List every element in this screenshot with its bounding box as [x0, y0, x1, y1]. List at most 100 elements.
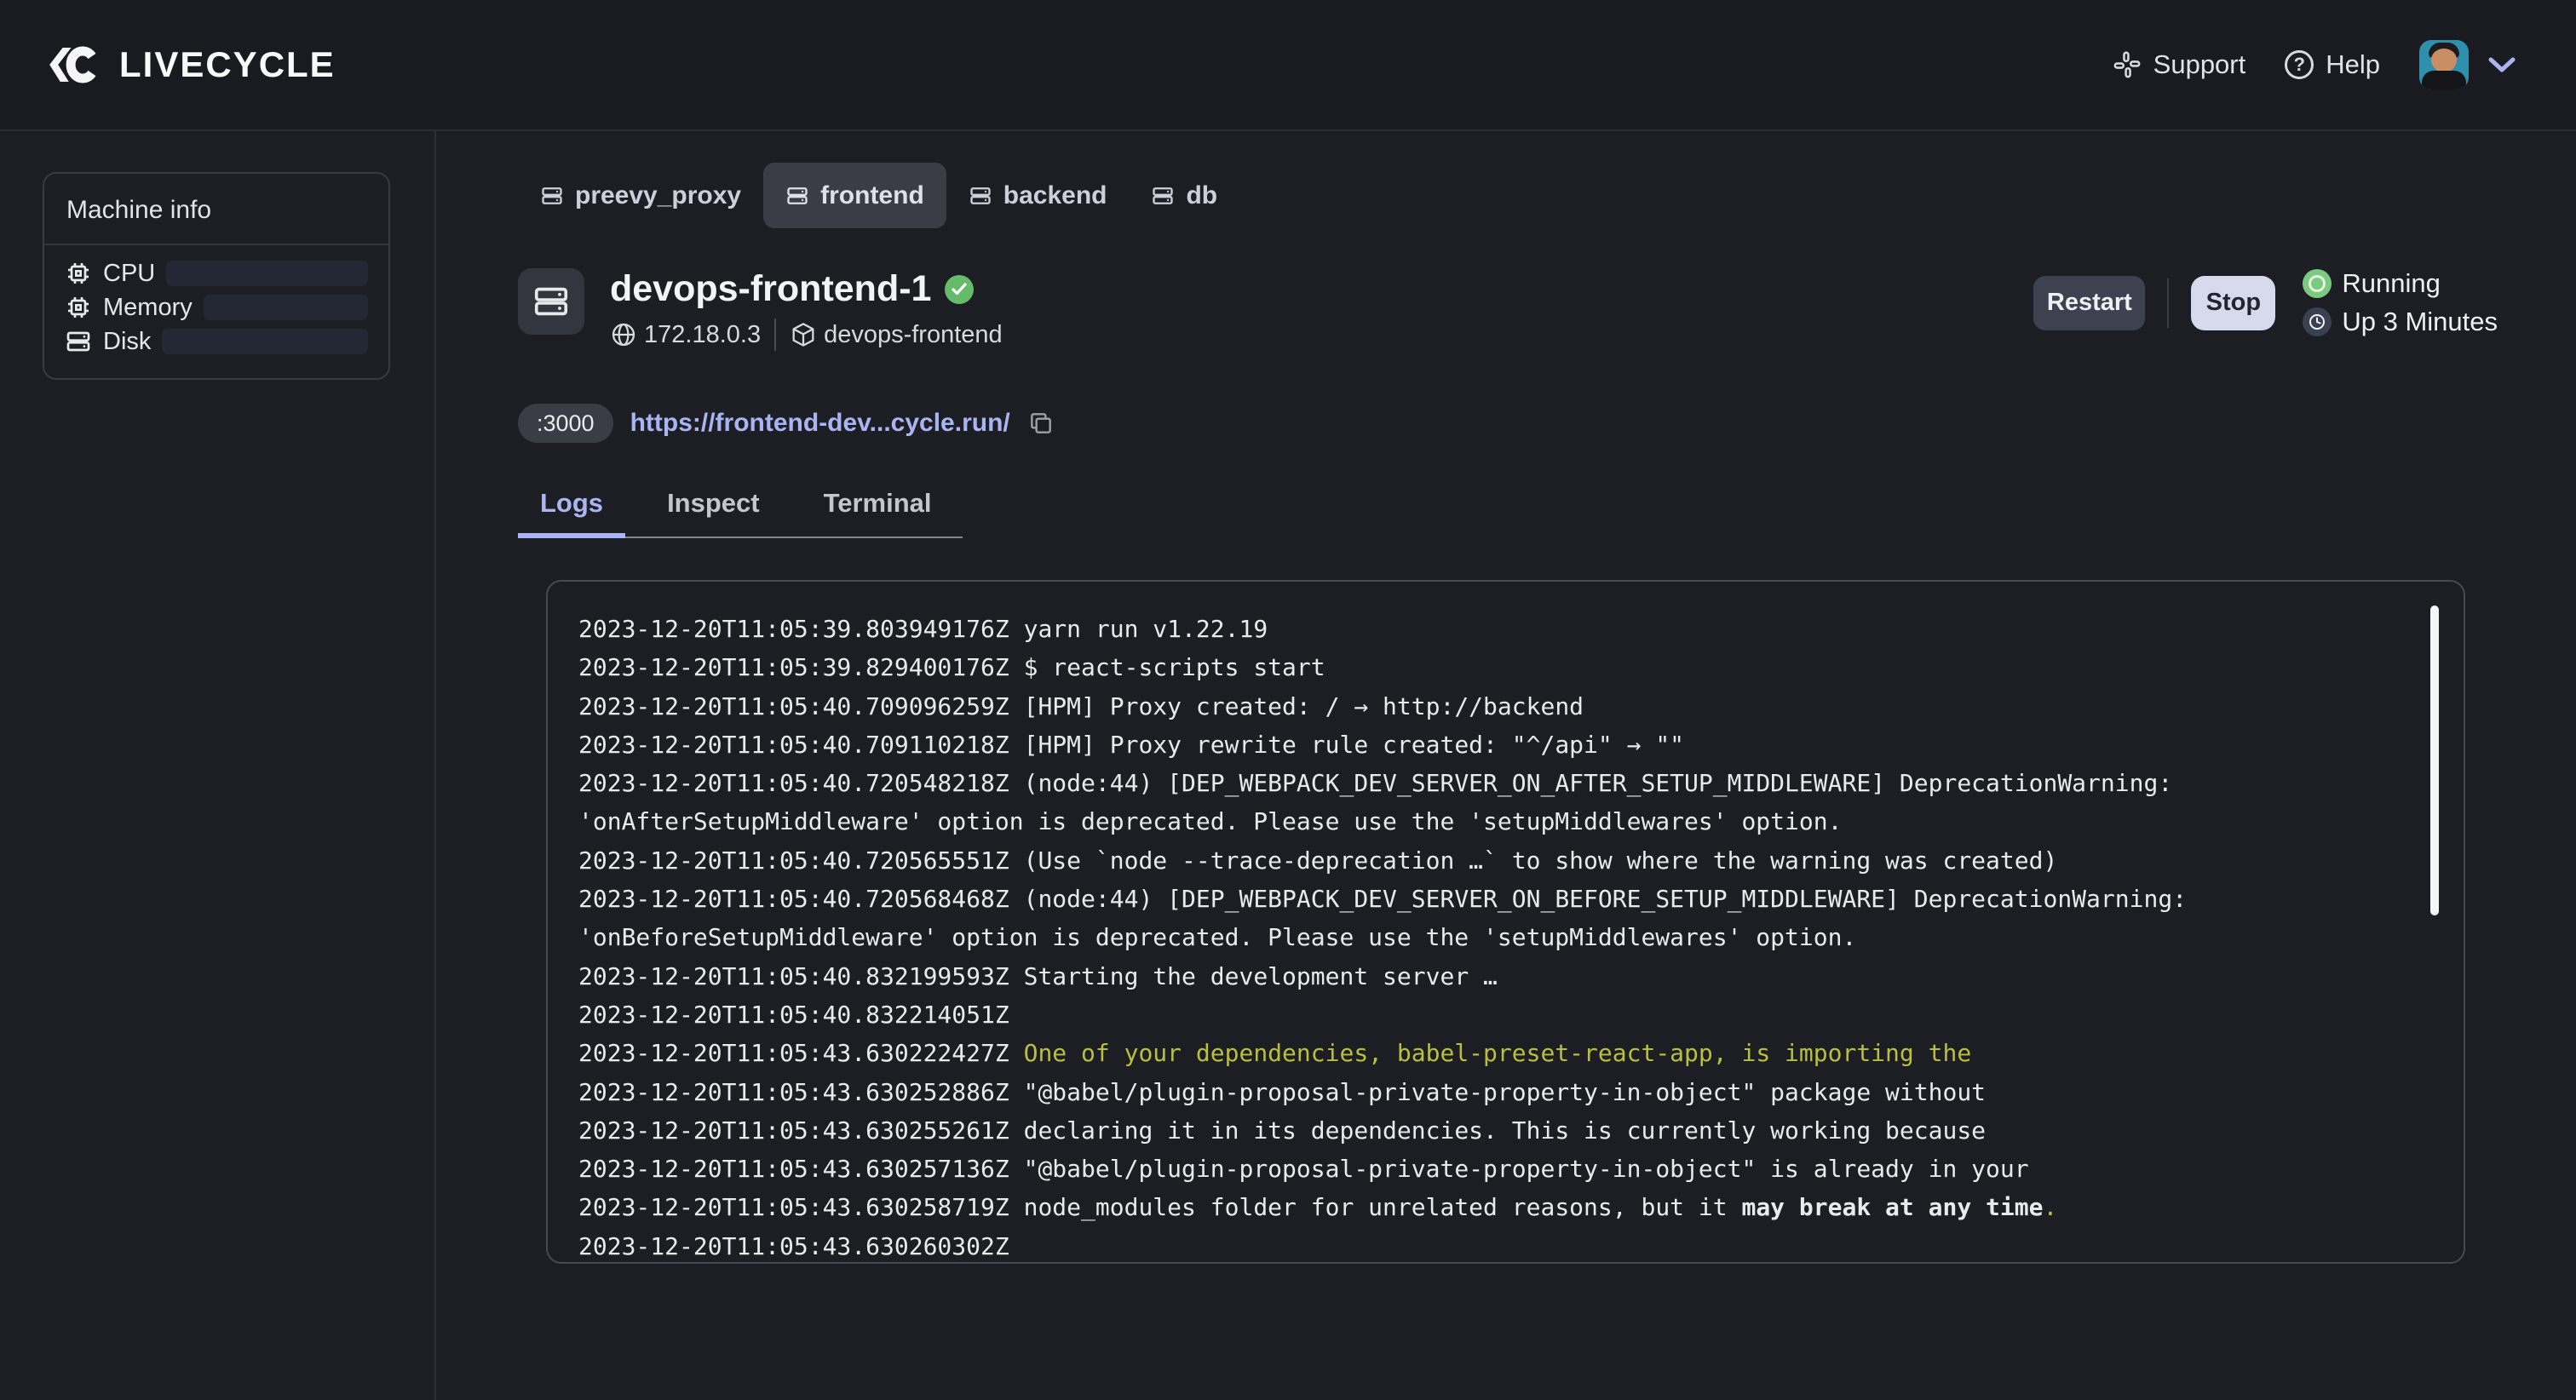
machine-info-label: Disk [103, 328, 151, 356]
log-line: 2023-12-20T11:05:40.832199593Z Starting … [578, 957, 2412, 995]
log-panel: 2023-12-20T11:05:39.803949176Z yarn run … [546, 580, 2465, 1264]
help-button[interactable]: ? Help [2285, 49, 2380, 80]
log-text: declaring it in its dependencies. This i… [1024, 1116, 1986, 1145]
log-timestamp: 2023-12-20T11:05:43.630260302Z [578, 1232, 1009, 1260]
topbar: LIVECYCLE Support ? Help [0, 0, 2576, 131]
log-text: node_modules folder for unrelated reason… [1024, 1193, 1742, 1221]
log-line: 'onBeforeSetupMiddleware' option is depr… [578, 918, 2412, 956]
slack-icon [2113, 50, 2142, 79]
log-text: $ react-scripts start [1024, 653, 1325, 681]
cube-icon [790, 321, 817, 348]
log-text: (Use `node --trace-deprecation …` to sho… [1024, 846, 2058, 875]
status-badge: Running [2342, 268, 2440, 299]
machine-ip: 172.18.0.3 [644, 321, 761, 349]
machine-info-row-memory: Memory [65, 295, 368, 320]
sidebar: Machine info CPU Memory Disk [0, 131, 436, 1400]
server-icon [785, 184, 809, 208]
clock-icon [2303, 307, 2332, 336]
check-badge-icon [945, 275, 974, 304]
copy-icon [1027, 410, 1055, 437]
service-tabs: preevy_proxy frontend backend db [518, 163, 2576, 228]
log-timestamp: 2023-12-20T11:05:43.630257136Z [578, 1155, 1024, 1183]
log-line: 2023-12-20T11:05:40.709110218Z [HPM] Pro… [578, 726, 2412, 764]
usage-bar [162, 329, 368, 354]
log-text: [HPM] Proxy created: / → http://backend [1024, 692, 1584, 720]
log-text: (node:44) [DEP_WEBPACK_DEV_SERVER_ON_BEF… [1024, 885, 2187, 913]
service-tab-label: preevy_proxy [575, 181, 741, 210]
machine-info-row-cpu: CPU [65, 261, 368, 286]
log-line: 2023-12-20T11:05:43.630252886Z "@babel/p… [578, 1073, 2412, 1111]
log-timestamp: 2023-12-20T11:05:40.709096259Z [578, 692, 1024, 720]
view-tabs: Logs Inspect Terminal [518, 488, 963, 538]
service-tab-preevy_proxy[interactable]: preevy_proxy [518, 163, 763, 228]
log-line: 2023-12-20T11:05:40.720548218Z (node:44)… [578, 764, 2412, 802]
restart-button[interactable]: Restart [2033, 276, 2145, 330]
copy-url-button[interactable] [1027, 410, 1055, 437]
machine-header: devops-frontend-1 [518, 268, 2576, 351]
log-timestamp: 2023-12-20T11:05:40.832214051Z [578, 1001, 1009, 1029]
chevron-down-icon[interactable] [2487, 55, 2516, 74]
service-tab-frontend[interactable]: frontend [763, 163, 946, 228]
log-scrollbar[interactable] [2430, 605, 2439, 915]
log-line: 'onAfterSetupMiddleware' option is depre… [578, 802, 2412, 841]
log-warning-text: One of your dependencies, babel-preset-r… [1024, 1039, 1972, 1067]
machine-info-card: Machine info CPU Memory Disk [43, 172, 390, 380]
server-icon [540, 184, 564, 208]
main-content: preevy_proxy frontend backend db devops-fro… [436, 131, 2576, 1400]
log-text: yarn run v1.22.19 [1024, 615, 1268, 643]
chip-icon [65, 260, 92, 287]
log-line: 2023-12-20T11:05:40.832214051Z [578, 995, 2412, 1034]
log-timestamp: 2023-12-20T11:05:40.709110218Z [578, 731, 1024, 759]
machine-info-title: Machine info [44, 196, 388, 244]
avatar[interactable] [2419, 40, 2469, 89]
machine-info-label: CPU [103, 260, 155, 288]
log-timestamp: 2023-12-20T11:05:40.720568468Z [578, 885, 1024, 913]
log-text: may break at any time [1741, 1193, 2043, 1221]
tab-logs[interactable]: Logs [518, 488, 625, 538]
livecycle-logo-icon [48, 43, 104, 87]
server-icon [532, 282, 571, 321]
chip-icon [65, 294, 92, 321]
log-line: 2023-12-20T11:05:40.709096259Z [HPM] Pro… [578, 687, 2412, 726]
log-timestamp: 2023-12-20T11:05:40.720565551Z [578, 846, 1024, 875]
help-label: Help [2326, 49, 2380, 80]
log-text: 'onAfterSetupMiddleware' option is depre… [578, 807, 1842, 835]
service-tab-db[interactable]: db [1129, 163, 1239, 228]
server-icon [65, 328, 92, 355]
brand-name: LIVECYCLE [119, 44, 336, 85]
machine-info-label: Memory [103, 294, 193, 322]
log-line: 2023-12-20T11:05:43.630222427Z One of yo… [578, 1034, 2412, 1072]
log-line: 2023-12-20T11:05:43.630260302Z [578, 1227, 2412, 1264]
tab-inspect[interactable]: Inspect [645, 488, 782, 538]
service-tab-label: frontend [820, 181, 924, 210]
log-line: 2023-12-20T11:05:39.829400176Z $ react-s… [578, 648, 2412, 686]
help-icon: ? [2285, 50, 2314, 79]
service-tab-label: backend [1003, 181, 1107, 210]
log-text: 'onBeforeSetupMiddleware' option is depr… [578, 923, 1856, 951]
tab-terminal[interactable]: Terminal [802, 488, 954, 538]
log-text: [HPM] Proxy rewrite rule created: "^/api… [1024, 731, 1684, 759]
support-label: Support [2153, 49, 2246, 80]
log-timestamp: 2023-12-20T11:05:43.630258719Z [578, 1193, 1024, 1221]
globe-icon [610, 321, 637, 348]
log-timestamp: 2023-12-20T11:05:40.720548218Z [578, 769, 1024, 797]
log-timestamp: 2023-12-20T11:05:43.630222427Z [578, 1039, 1024, 1067]
service-tab-backend[interactable]: backend [946, 163, 1130, 228]
service-tab-label: db [1186, 181, 1217, 210]
log-text: (node:44) [DEP_WEBPACK_DEV_SERVER_ON_AFT… [1024, 769, 2173, 797]
support-button[interactable]: Support [2113, 49, 2246, 80]
service-name: devops-frontend [824, 321, 1003, 349]
server-icon [1151, 184, 1175, 208]
port-url-link[interactable]: https://frontend-dev...cycle.run/ [630, 409, 1010, 438]
stop-button[interactable]: Stop [2191, 276, 2275, 330]
running-dot-icon [2303, 269, 2332, 298]
log-timestamp: 2023-12-20T11:05:39.829400176Z [578, 653, 1024, 681]
log-line: 2023-12-20T11:05:43.630257136Z "@babel/p… [578, 1150, 2412, 1188]
log-line: 2023-12-20T11:05:39.803949176Z yarn run … [578, 610, 2412, 648]
server-icon [969, 184, 992, 208]
uptime-text: Up 3 Minutes [2342, 307, 2498, 337]
log-text: "@babel/plugin-proposal-private-property… [1024, 1078, 1986, 1106]
log-line: 2023-12-20T11:05:40.720565551Z (Use `nod… [578, 841, 2412, 880]
button-divider [2167, 278, 2169, 328]
log-text: Starting the development server … [1024, 962, 1498, 990]
